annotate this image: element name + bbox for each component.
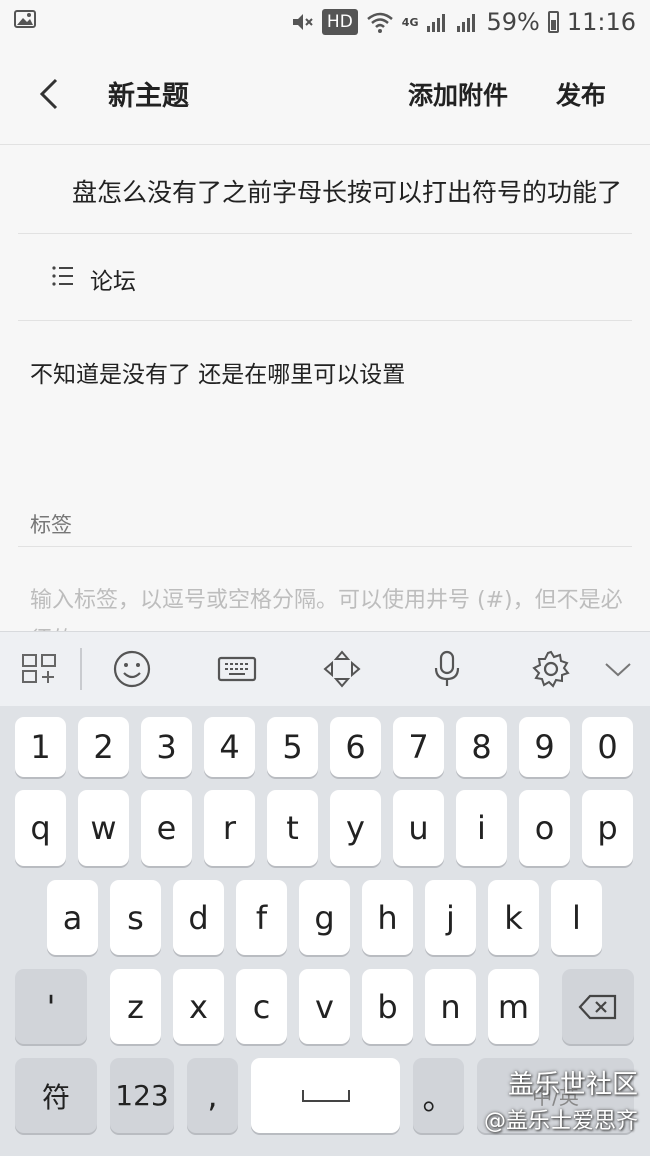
status-icons: HD 4G 59% 11:16	[290, 6, 636, 38]
body-input[interactable]: 不知道是没有了 还是在哪里可以设置	[30, 355, 405, 389]
gallery-notification-icon	[14, 10, 36, 28]
key-v[interactable]: v	[299, 969, 350, 1044]
key-4[interactable]: 4	[204, 717, 255, 777]
watermark-user: @盖乐士爱思齐	[483, 1109, 638, 1134]
key-3[interactable]: 3	[141, 717, 192, 777]
hd-badge: HD	[321, 9, 358, 35]
publish-button[interactable]: 发布	[556, 76, 606, 112]
back-arrow-icon[interactable]	[36, 76, 66, 112]
title-input[interactable]: 盘怎么没有了之前字母长按可以打出符号的功能了	[18, 145, 632, 234]
symbol-key[interactable]: 符	[15, 1058, 97, 1133]
settings-gear-icon[interactable]	[531, 649, 571, 689]
chevron-down-icon[interactable]	[598, 649, 638, 689]
key-w[interactable]: w	[78, 790, 129, 866]
key-i[interactable]: i	[456, 790, 507, 866]
tag-input[interactable]: 输入标签，以逗号或空格分隔。可以使用井号 (#)，但不是必须的。	[18, 546, 632, 632]
key-g[interactable]: g	[299, 880, 350, 955]
microphone-icon[interactable]	[427, 649, 467, 689]
keyboard-icon[interactable]	[217, 649, 257, 689]
key-m[interactable]: m	[488, 969, 539, 1044]
watermark-site: 盖乐世社区	[507, 1070, 638, 1100]
period-key[interactable]: 。	[413, 1058, 464, 1133]
key-j[interactable]: j	[425, 880, 476, 955]
key-n[interactable]: n	[425, 969, 476, 1044]
signal-icon	[427, 14, 446, 32]
key-o[interactable]: o	[519, 790, 570, 866]
signal-icon-2	[457, 14, 476, 32]
key-s[interactable]: s	[110, 880, 161, 955]
category-label: 论坛	[90, 269, 136, 295]
key-7[interactable]: 7	[393, 717, 444, 777]
list-icon	[52, 266, 73, 286]
key-2[interactable]: 2	[78, 717, 129, 777]
key-l[interactable]: l	[551, 880, 602, 955]
mute-icon	[292, 14, 313, 30]
key-5[interactable]: 5	[267, 717, 318, 777]
key-x[interactable]: x	[173, 969, 224, 1044]
add-attachment-button[interactable]: 添加附件	[408, 76, 508, 112]
key-u[interactable]: u	[393, 790, 444, 866]
emoji-icon[interactable]	[112, 649, 152, 689]
status-bar: HD 4G 59% 11:16	[0, 0, 650, 44]
key-c[interactable]: c	[236, 969, 287, 1044]
key-1[interactable]: 1	[15, 717, 66, 777]
backspace-key[interactable]	[562, 969, 634, 1044]
backspace-icon	[578, 994, 617, 1019]
apps-grid-icon[interactable]	[20, 649, 60, 689]
key-6[interactable]: 6	[330, 717, 381, 777]
space-key[interactable]	[251, 1058, 400, 1133]
key-h[interactable]: h	[362, 880, 413, 955]
category-selector[interactable]: 论坛	[18, 234, 632, 321]
number-mode-key[interactable]: 123	[110, 1058, 174, 1133]
key-q[interactable]: q	[15, 790, 66, 866]
key-k[interactable]: k	[488, 880, 539, 955]
key-y[interactable]: y	[330, 790, 381, 866]
key-p[interactable]: p	[582, 790, 633, 866]
tag-placeholder: 输入标签，以逗号或空格分隔。可以使用井号 (#)，但不是必须的。	[30, 588, 623, 632]
space-bar-icon	[301, 1089, 350, 1102]
key-d[interactable]: d	[173, 880, 224, 955]
title-text: 盘怎么没有了之前字母长按可以打出符号的功能了	[71, 178, 622, 207]
key-0[interactable]: 0	[582, 717, 633, 777]
key-8[interactable]: 8	[456, 717, 507, 777]
key-9[interactable]: 9	[519, 717, 570, 777]
app-header: 新主题 添加附件 发布	[0, 44, 650, 145]
cursor-move-icon[interactable]	[322, 649, 362, 689]
compose-form: 盘怎么没有了之前字母长按可以打出符号的功能了 论坛 不知道是没有了 还是在哪里可…	[0, 145, 650, 632]
toolbar-divider	[80, 648, 82, 690]
key-z[interactable]: z	[110, 969, 161, 1044]
clock: 11:16	[566, 8, 636, 36]
network-label: 4G	[401, 15, 419, 29]
watermark: 盖乐世社区 @盖乐士爱思齐	[484, 1064, 638, 1135]
battery-percent: 59%	[486, 8, 540, 36]
key-f[interactable]: f	[236, 880, 287, 955]
keyboard-toolbar	[0, 631, 650, 707]
comma-key[interactable]: ,	[187, 1058, 238, 1133]
battery-icon	[547, 11, 559, 33]
tag-label: 标签	[30, 513, 72, 537]
key-a[interactable]: a	[47, 880, 98, 955]
key-apostrophe[interactable]: '	[15, 969, 87, 1044]
key-t[interactable]: t	[267, 790, 318, 866]
page-title: 新主题	[108, 81, 189, 112]
key-b[interactable]: b	[362, 969, 413, 1044]
key-r[interactable]: r	[204, 790, 255, 866]
wifi-icon	[366, 12, 393, 33]
key-e[interactable]: e	[141, 790, 192, 866]
